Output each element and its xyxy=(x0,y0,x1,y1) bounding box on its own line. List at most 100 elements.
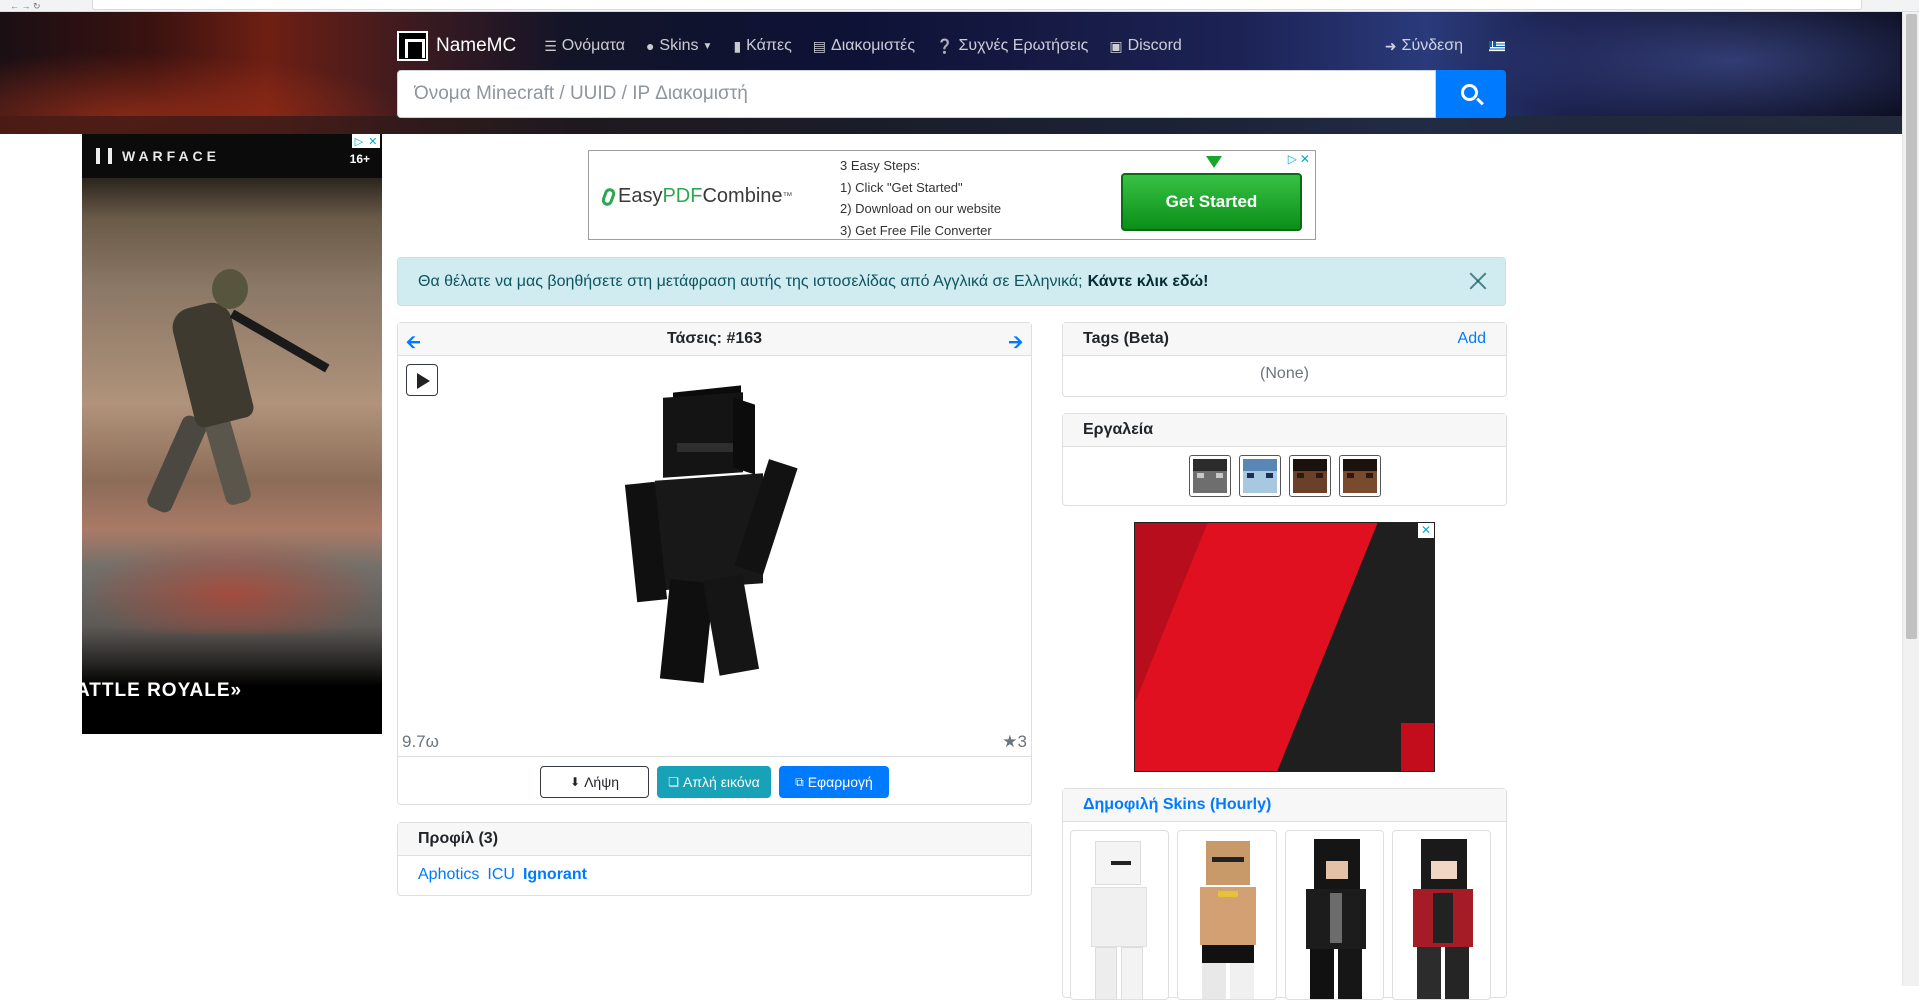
download-icon: ⬇ xyxy=(570,775,581,789)
nav-item-capes[interactable]: ▮ Κάπες xyxy=(733,37,791,55)
skin-head-darkbrown-icon[interactable] xyxy=(1338,455,1381,497)
header-background-ground xyxy=(0,116,1902,134)
arrow-left-icon[interactable]: 🡨 xyxy=(406,330,421,360)
profile-link[interactable]: Ignorant xyxy=(523,866,587,884)
nav-item-servers[interactable]: ▤ Διακομιστές xyxy=(813,37,915,55)
search-input[interactable] xyxy=(397,70,1436,118)
ad-soldier-image xyxy=(142,244,330,524)
skin-head-gray-icon[interactable] xyxy=(1188,455,1231,497)
tools-list xyxy=(1063,447,1506,497)
search-button[interactable] xyxy=(1436,70,1506,118)
tags-card: Tags (Beta) Add (None) xyxy=(1062,322,1507,397)
question-circle-icon: ❔ xyxy=(936,37,954,54)
paperclip-icon xyxy=(600,186,617,207)
popular-skin-thumbnail[interactable] xyxy=(1391,830,1491,1000)
browser-toolbar: ← → ↻ xyxy=(0,0,1919,12)
list-icon: ☰ xyxy=(544,37,557,54)
apply-label: Εφαρμογή xyxy=(807,774,873,790)
translation-alert: Θα θέλατε να μας βοηθήσετε στη μετάφραση… xyxy=(397,257,1506,306)
ad-steps: 3 Easy Steps: 1) Click "Get Started" 2) … xyxy=(840,155,1002,239)
search-bar xyxy=(397,70,1506,118)
left-ad-banner[interactable]: WARFACE 16+ ▷ ✕ ATTLE ROYALE» xyxy=(82,134,382,734)
warface-logo-icon xyxy=(96,148,112,164)
add-tag-link[interactable]: Add xyxy=(1458,330,1486,348)
skin-head-brown-icon[interactable] xyxy=(1288,455,1331,497)
ad-step: 3 Easy Steps: xyxy=(840,158,921,173)
skin-card: 🡨 Τάσεις: #163 🡪 9.7ω ★3 ⬇ Λήψη ❏ Απλή ε… xyxy=(397,322,1032,805)
card-divider xyxy=(398,756,1031,757)
popular-skins-card: Δημοφιλή Skins (Hourly) xyxy=(1062,788,1507,1000)
brand-name: NameMC xyxy=(436,35,517,56)
alert-link[interactable]: Κάντε κλικ εδώ! xyxy=(1088,273,1209,291)
popular-skin-thumbnail[interactable] xyxy=(1284,830,1384,1000)
ad-background-burst xyxy=(82,534,382,634)
skin-actions: ⬇ Λήψη ❏ Απλή εικόνα ⧉ Εφαρμογή xyxy=(398,766,1031,798)
login-label: Σύνδεση xyxy=(1401,37,1463,54)
ad-brand: WARFACE xyxy=(96,148,220,164)
nav-item-label: Συχνές Ερωτήσεις xyxy=(958,37,1089,54)
profile-link[interactable]: Aphotics xyxy=(418,866,479,884)
nav-item-faq[interactable]: ❔ Συχνές Ερωτήσεις xyxy=(936,37,1088,55)
nav-item-label: Διακομιστές xyxy=(831,37,916,54)
tags-empty: (None) xyxy=(1260,365,1309,382)
right-ad-banner[interactable]: ✕ xyxy=(1134,522,1435,772)
discord-icon: ▣ xyxy=(1109,37,1123,54)
apply-button[interactable]: ⧉ Εφαρμογή xyxy=(779,766,889,798)
ad-choices-icon[interactable]: ▷✕ xyxy=(1288,152,1313,166)
skin-3d-preview[interactable] xyxy=(623,381,798,684)
greek-flag-icon[interactable] xyxy=(1489,40,1505,52)
nav-item-label: Skins xyxy=(659,37,699,54)
ad-shape xyxy=(1401,723,1434,771)
ad-step: 2) Download on our website xyxy=(840,201,1002,216)
search-icon xyxy=(1461,84,1478,101)
ad-close-icon[interactable]: ✕ xyxy=(1418,523,1434,538)
top-ad-banner[interactable]: EasyPDF Combine ™ 3 Easy Steps: 1) Click… xyxy=(588,150,1316,240)
page-scrollbar[interactable] xyxy=(1902,12,1919,986)
nav-item-names[interactable]: ☰ Ονόματα xyxy=(544,37,625,55)
play-animation-button[interactable] xyxy=(406,364,438,396)
scrollbar-thumb[interactable] xyxy=(1906,14,1917,639)
browser-nav-icons: ← → ↻ xyxy=(10,1,41,11)
popular-skin-thumbnail[interactable] xyxy=(1070,830,1170,1000)
simple-image-label: Απλή εικόνα xyxy=(683,774,760,790)
tools-header: Εργαλεία xyxy=(1063,414,1506,447)
cube-icon: ❏ xyxy=(668,775,680,789)
tags-header: Tags (Beta) Add xyxy=(1063,323,1506,356)
arrow-right-icon[interactable]: 🡪 xyxy=(1008,330,1023,360)
popular-skin-thumbnail[interactable] xyxy=(1177,830,1277,1000)
ad-cta-button[interactable]: Get Started xyxy=(1121,173,1302,231)
browser-address-bar[interactable] xyxy=(92,0,1862,10)
ad-logo-suffix: Combine xyxy=(702,185,783,207)
navbar: NameMC ☰ Ονόματα ● Skins ▼ ▮ Κάπες ▤ Δια… xyxy=(397,26,1505,66)
server-icon: ▤ xyxy=(812,37,827,54)
site-header: NameMC ☰ Ονόματα ● Skins ▼ ▮ Κάπες ▤ Δια… xyxy=(0,12,1902,134)
sign-in-icon: ➜ xyxy=(1384,37,1397,54)
download-button[interactable]: ⬇ Λήψη xyxy=(540,766,649,798)
alert-text: Θα θέλατε να μας βοηθήσετε στη μετάφραση… xyxy=(418,272,1083,290)
popular-header: Δημοφιλή Skins (Hourly) xyxy=(1063,789,1506,822)
ad-choices-icon[interactable]: ▷✕ xyxy=(352,134,380,148)
skin-rank-title: Τάσεις: #163 xyxy=(666,330,763,347)
brand-link[interactable]: NameMC xyxy=(397,31,516,61)
down-arrow-icon xyxy=(1206,156,1222,168)
popular-skins-link[interactable]: Δημοφιλή Skins (Hourly) xyxy=(1083,796,1271,814)
ad-age-rating: 16+ xyxy=(349,152,370,166)
skin-age: 9.7ω xyxy=(402,732,439,751)
skin-card-header: 🡨 Τάσεις: #163 🡪 xyxy=(398,323,1031,356)
login-link[interactable]: ➜ Σύνδεση xyxy=(1385,37,1463,55)
nav-item-label: Ονόματα xyxy=(561,37,625,54)
skin-head-blue-icon[interactable] xyxy=(1238,455,1281,497)
simple-image-button[interactable]: ❏ Απλή εικόνα xyxy=(657,766,771,798)
profiles-card: Προφίλ (3) Aphotics ICU Ignorant xyxy=(397,822,1032,896)
nav-item-skins[interactable]: ● Skins ▼ xyxy=(646,37,713,55)
trademark-icon: ™ xyxy=(782,191,793,202)
tags-title: Tags (Beta) xyxy=(1083,330,1169,347)
close-icon[interactable] xyxy=(1467,270,1489,292)
profile-link[interactable]: ICU xyxy=(487,866,515,884)
nav-item-label: Κάπες xyxy=(746,37,792,54)
ad-logo-prefix: EasyPDF xyxy=(618,185,703,207)
ad-step: 1) Click "Get Started" xyxy=(840,179,963,195)
popular-skins-list xyxy=(1063,822,1506,1000)
tools-card: Εργαλεία xyxy=(1062,413,1507,506)
nav-item-discord[interactable]: ▣ Discord xyxy=(1109,37,1181,55)
